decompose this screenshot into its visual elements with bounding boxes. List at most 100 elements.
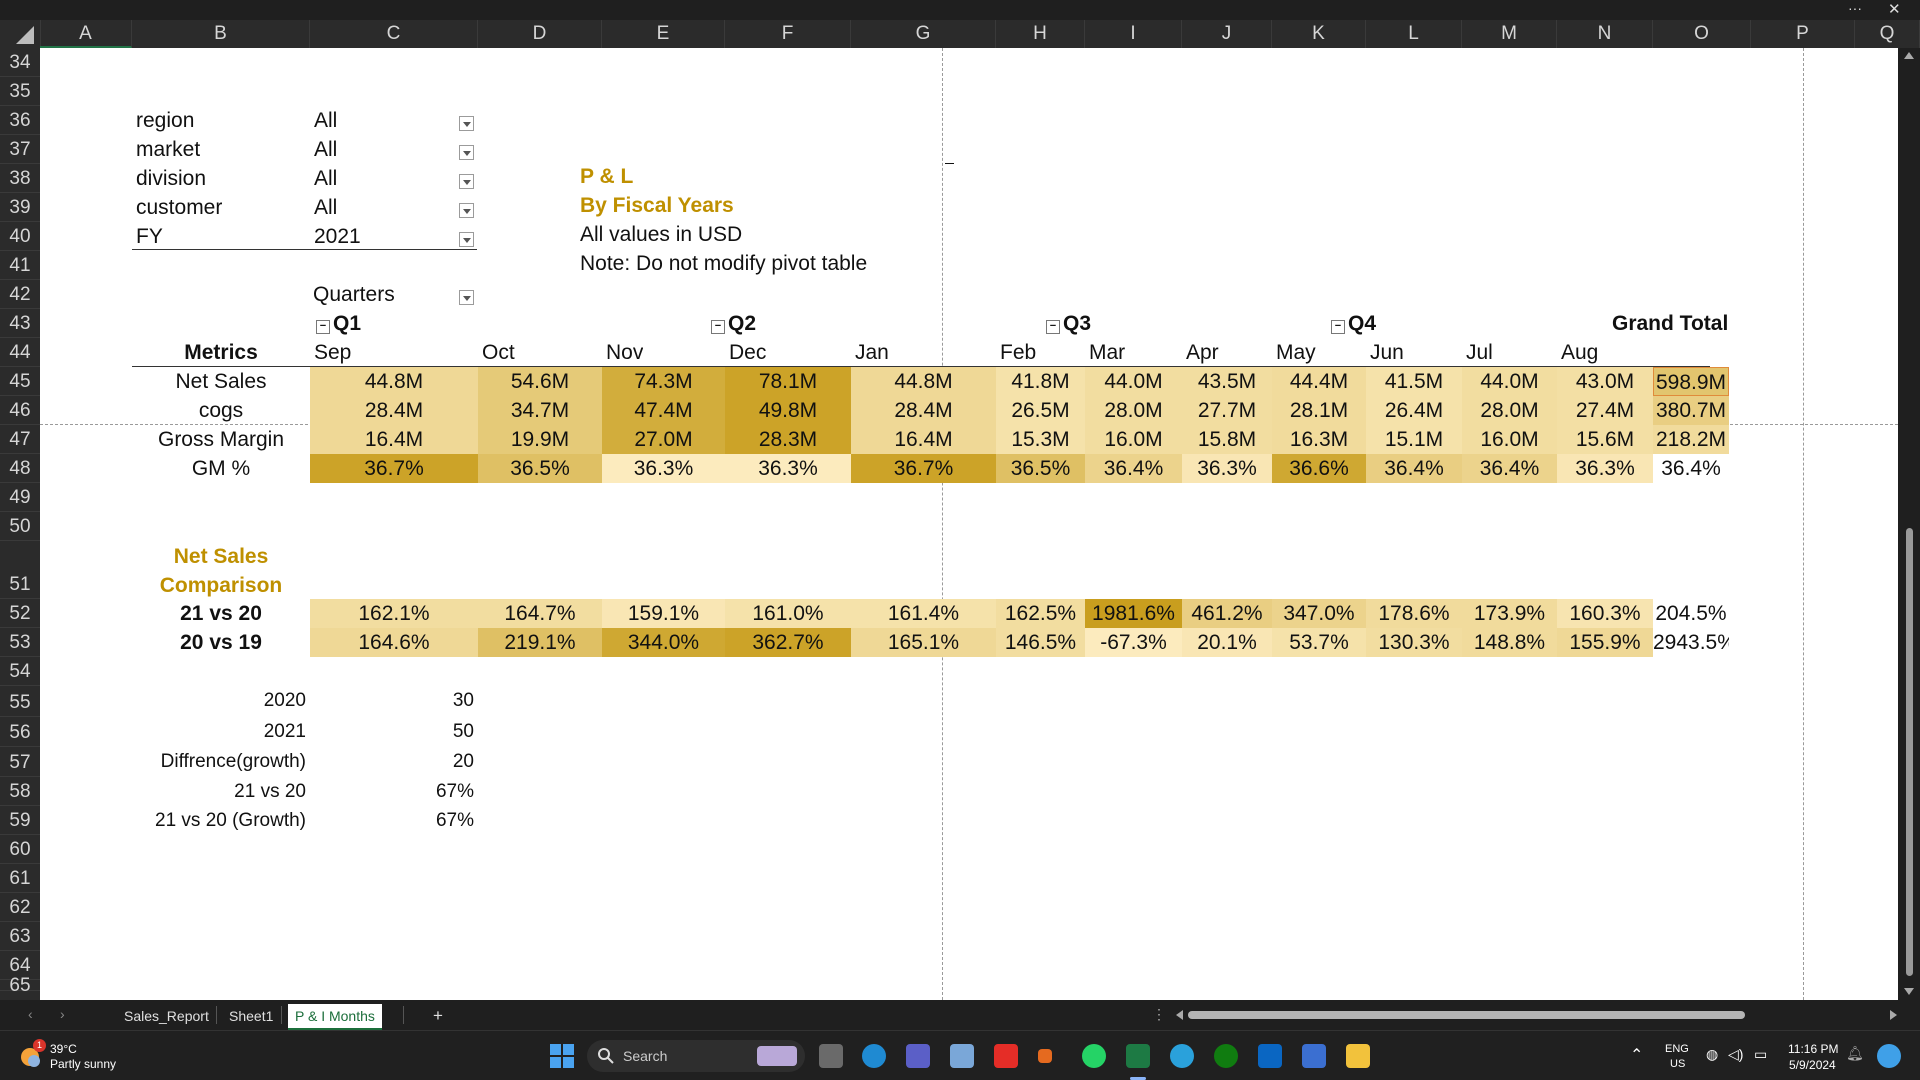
comparison-value-cell[interactable]: 20.1% bbox=[1182, 628, 1272, 657]
column-header-q[interactable]: Q bbox=[1855, 20, 1920, 48]
pnl-value-cell[interactable]: 26.4M bbox=[1366, 396, 1462, 425]
row-header-42[interactable]: 42 bbox=[0, 280, 40, 309]
xbox-icon[interactable] bbox=[1214, 1044, 1238, 1068]
volume-icon[interactable]: ◁) bbox=[1728, 1046, 1743, 1063]
pnl-value-cell[interactable]: 54.6M bbox=[478, 367, 602, 396]
horizontal-scroll-thumb[interactable] bbox=[1188, 1011, 1745, 1019]
row-header-50[interactable]: 50 bbox=[0, 512, 40, 541]
comparison-value-cell[interactable]: 164.7% bbox=[478, 599, 602, 628]
row-header-63[interactable]: 63 bbox=[0, 922, 40, 951]
sheet-tab-sheet1[interactable]: Sheet1 bbox=[229, 1004, 273, 1028]
row-header-48[interactable]: 48 bbox=[0, 454, 40, 483]
pnl-value-cell[interactable]: 34.7M bbox=[478, 396, 602, 425]
telegram-icon[interactable] bbox=[1170, 1044, 1194, 1068]
quarters-filter-dropdown[interactable] bbox=[459, 290, 474, 305]
copilot-icon[interactable] bbox=[1877, 1044, 1901, 1068]
collapse-icon[interactable]: − bbox=[1046, 320, 1060, 334]
column-header-g[interactable]: G bbox=[851, 20, 996, 48]
column-header-k[interactable]: K bbox=[1272, 20, 1366, 48]
grand-total-cell[interactable]: 218.2M bbox=[1653, 425, 1729, 454]
pnl-value-cell[interactable]: 27.0M bbox=[602, 425, 725, 454]
linkedin-icon[interactable] bbox=[1258, 1044, 1282, 1068]
grand-total-cell[interactable]: 380.7M bbox=[1653, 396, 1729, 425]
comparison-value-cell[interactable]: 344.0% bbox=[602, 628, 725, 657]
pnl-value-cell[interactable]: 15.3M bbox=[996, 425, 1085, 454]
column-header-c[interactable]: C bbox=[310, 20, 478, 48]
sheet-tab-sales-report[interactable]: Sales_Report bbox=[124, 1004, 209, 1028]
comparison-value-cell[interactable]: 161.0% bbox=[725, 599, 851, 628]
pnl-value-cell[interactable]: 28.4M bbox=[310, 396, 478, 425]
language-line2[interactable]: US bbox=[1670, 1058, 1685, 1070]
pnl-value-cell[interactable]: 15.8M bbox=[1182, 425, 1272, 454]
pnl-value-cell[interactable]: 15.1M bbox=[1366, 425, 1462, 454]
pnl-value-cell[interactable]: 36.3% bbox=[1182, 454, 1272, 483]
pnl-value-cell[interactable]: 36.5% bbox=[996, 454, 1085, 483]
comparison-value-cell[interactable]: 219.1% bbox=[478, 628, 602, 657]
horizontal-scrollbar[interactable] bbox=[1176, 1010, 1900, 1020]
pnl-value-cell[interactable]: 36.7% bbox=[851, 454, 996, 483]
column-header-f[interactable]: F bbox=[725, 20, 851, 48]
row-header-43[interactable]: 43 bbox=[0, 309, 40, 338]
row-header-40[interactable]: 40 bbox=[0, 222, 40, 251]
row-header-61[interactable]: 61 bbox=[0, 864, 40, 893]
filter-dropdown-1[interactable] bbox=[459, 145, 474, 160]
grand-total-cell[interactable]: 598.9M bbox=[1653, 367, 1729, 396]
comparison-value-cell[interactable]: 146.5% bbox=[996, 628, 1085, 657]
column-header-p[interactable]: P bbox=[1751, 20, 1855, 48]
clock-date[interactable]: 5/9/2024 bbox=[1789, 1058, 1836, 1072]
row-header-41[interactable]: 41 bbox=[0, 251, 40, 280]
pinned-app-icon[interactable] bbox=[1038, 1049, 1052, 1063]
pnl-value-cell[interactable]: 36.4% bbox=[1085, 454, 1182, 483]
pnl-value-cell[interactable]: 28.1M bbox=[1272, 396, 1366, 425]
vertical-scrollbar[interactable] bbox=[1898, 48, 1920, 1000]
quarter-header-q1[interactable]: − Q1 bbox=[316, 309, 361, 338]
column-header-i[interactable]: I bbox=[1085, 20, 1182, 48]
pnl-value-cell[interactable]: 44.8M bbox=[851, 367, 996, 396]
pnl-value-cell[interactable]: 28.4M bbox=[851, 396, 996, 425]
comparison-value-cell[interactable]: 162.5% bbox=[996, 599, 1085, 628]
pnl-value-cell[interactable]: 41.8M bbox=[996, 367, 1085, 396]
row-header-39[interactable]: 39 bbox=[0, 193, 40, 222]
pnl-value-cell[interactable]: 16.0M bbox=[1462, 425, 1557, 454]
grand-total-cell[interactable]: 36.4% bbox=[1653, 454, 1729, 483]
filter-dropdown-0[interactable] bbox=[459, 116, 474, 131]
pnl-value-cell[interactable]: 26.5M bbox=[996, 396, 1085, 425]
filter-dropdown-2[interactable] bbox=[459, 174, 474, 189]
collapse-icon[interactable]: − bbox=[1331, 320, 1345, 334]
notification-bell-icon[interactable]: 🔔︎ bbox=[1846, 1045, 1864, 1062]
scroll-up-icon[interactable] bbox=[1904, 52, 1914, 59]
pnl-value-cell[interactable]: 44.0M bbox=[1085, 367, 1182, 396]
language-line1[interactable]: ENG bbox=[1665, 1043, 1689, 1055]
comparison-value-cell[interactable]: 164.6% bbox=[310, 628, 478, 657]
pnl-value-cell[interactable]: 36.6% bbox=[1272, 454, 1366, 483]
more-options-icon[interactable]: ··· bbox=[1848, 0, 1862, 16]
comparison-value-cell[interactable]: 160.3% bbox=[1557, 599, 1653, 628]
row-header-57[interactable]: 57 bbox=[0, 747, 40, 777]
comparison-total-cell[interactable]: 2943.5% bbox=[1653, 628, 1729, 657]
pinned-app-icon-2[interactable] bbox=[1302, 1044, 1326, 1068]
collapse-icon[interactable]: − bbox=[711, 320, 725, 334]
pnl-value-cell[interactable]: 43.0M bbox=[1557, 367, 1653, 396]
row-header-34[interactable]: 34 bbox=[0, 48, 40, 77]
column-header-h[interactable]: H bbox=[996, 20, 1085, 48]
row-header-55[interactable]: 55 bbox=[0, 686, 40, 717]
scroll-right-icon[interactable] bbox=[1890, 1010, 1897, 1020]
edge-browser-icon[interactable] bbox=[862, 1044, 886, 1068]
column-header-o[interactable]: O bbox=[1653, 20, 1751, 48]
vertical-scroll-thumb[interactable] bbox=[1906, 528, 1913, 976]
pnl-value-cell[interactable]: 47.4M bbox=[602, 396, 725, 425]
column-header-e[interactable]: E bbox=[602, 20, 725, 48]
network-icon[interactable]: ◍ bbox=[1706, 1046, 1718, 1063]
pnl-value-cell[interactable]: 78.1M bbox=[725, 367, 851, 396]
row-header-58[interactable]: 58 bbox=[0, 777, 40, 806]
comparison-value-cell[interactable]: 347.0% bbox=[1272, 599, 1366, 628]
comparison-value-cell[interactable]: 162.1% bbox=[310, 599, 478, 628]
pnl-value-cell[interactable]: 15.6M bbox=[1557, 425, 1653, 454]
pnl-value-cell[interactable]: 49.8M bbox=[725, 396, 851, 425]
pnl-value-cell[interactable]: 44.4M bbox=[1272, 367, 1366, 396]
comparison-value-cell[interactable]: 155.9% bbox=[1557, 628, 1653, 657]
pnl-value-cell[interactable]: 36.3% bbox=[1557, 454, 1653, 483]
row-header-44[interactable]: 44 bbox=[0, 338, 40, 367]
row-header-65[interactable]: 65 bbox=[0, 976, 40, 995]
row-header-37[interactable]: 37 bbox=[0, 135, 40, 164]
